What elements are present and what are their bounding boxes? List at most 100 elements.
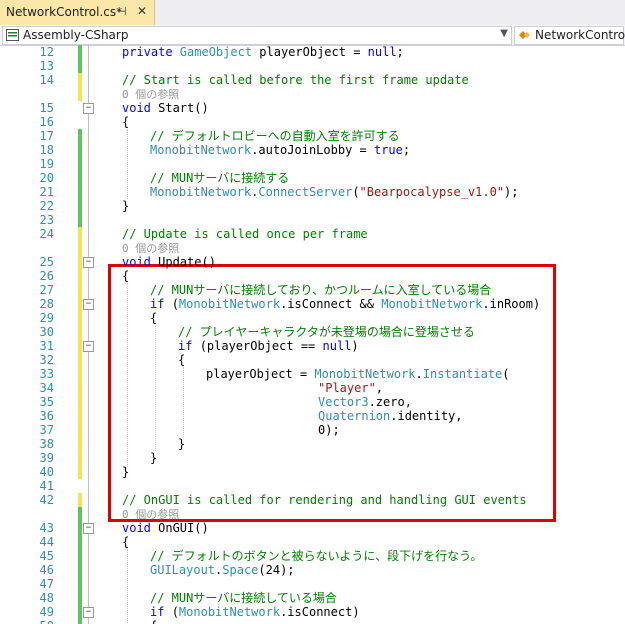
line-number: 22 [39,199,54,213]
code-text: { [122,535,129,549]
code-line[interactable]: 12 private GameObject playerObject = null… [0,45,625,59]
change-indicator-bar [78,619,82,624]
collapse-toggle-icon[interactable]: − [83,607,94,618]
project-dropdown[interactable]: Assembly-CSharp ▼ [2,26,512,45]
change-indicator-bar [78,339,82,353]
code-text: playerObject = MonobitNetwork.Instantiat… [206,367,509,381]
code-line[interactable]: 15 − void Start() [0,101,625,115]
line-number: 12 [39,45,54,59]
code-line[interactable]: 24 // Update is called once per frame [0,227,625,241]
code-line[interactable]: 18 MonobitNetwork.autoJoinLobby = true; [0,143,625,157]
document-tab[interactable]: NetworkControl.cs* ⊣ ✕ [0,0,155,25]
code-line[interactable]: 32 { [0,353,625,367]
code-token: (playerObject == [199,339,323,353]
collapse-toggle-icon[interactable]: − [83,299,94,310]
change-indicator-bar [78,311,82,325]
collapse-toggle-icon[interactable]: − [83,257,94,268]
code-text: Vector3.zero, [318,395,412,409]
code-line[interactable]: 44 { [0,535,625,549]
code-text: } [150,451,157,465]
code-text: { [122,115,129,129]
code-line[interactable]: 31 − if (playerObject == null) [0,339,625,353]
code-line[interactable]: 35 Vector3.zero, [0,395,625,409]
code-token: } [150,451,158,465]
code-token: . [415,367,423,381]
code-token: .isConnect) [280,605,360,619]
code-line[interactable]: 30 // プレイヤーキャラクタが未登場の場合に登場させる [0,325,625,339]
code-token: Space [222,563,259,577]
code-line[interactable]: 23 [0,213,625,227]
collapse-toggle-icon[interactable]: − [83,341,94,352]
change-indicator-bar [78,59,82,73]
code-line[interactable]: 37 0); [0,423,625,437]
collapse-toggle-icon[interactable]: − [83,523,94,534]
code-line[interactable]: 17 // デフォルトロビーへの自動入室を許可する [0,129,625,143]
code-line[interactable]: 43 − void OnGUI() [0,521,625,535]
change-indicator-bar [78,605,82,619]
code-line[interactable]: 0 個の参照 [0,507,625,521]
code-token: ; [396,45,404,59]
code-line[interactable]: 38} [0,437,625,451]
code-token: ); [504,185,519,199]
code-line[interactable]: 29 { [0,311,625,325]
change-indicator-bar [78,521,82,535]
line-number: 48 [39,591,54,605]
document-tab-title: NetworkControl.cs* [6,5,123,19]
code-token: "Bearpocalypse_v1.0" [359,185,505,199]
change-indicator-bar [78,213,82,227]
code-line[interactable]: 26 { [0,269,625,283]
code-line[interactable]: 45 // デフォルトのボタンと被らないように、段下げを行なう。 [0,549,625,563]
code-line[interactable]: 20 // MUNサーバに接続する [0,171,625,185]
code-line[interactable]: 42 // OnGUI is called for rendering and h… [0,493,625,507]
pin-icon[interactable]: ⊣ [117,5,127,18]
code-line[interactable]: 21 MonobitNetwork.ConnectServer("Bearpoca… [0,185,625,199]
class-name: NetworkControl [535,28,625,42]
code-editor[interactable]: 12 private GameObject playerObject = null… [0,45,625,624]
code-line[interactable]: 48 // MUNサーバに接続している場合 [0,591,625,605]
code-text: // デフォルトのボタンと被らないように、段下げを行なう。 [150,549,482,563]
code-line[interactable]: 46 GUILayout.Space(24); [0,563,625,577]
change-indicator-bar [78,535,82,549]
code-line[interactable]: 25 − void Update() [0,255,625,269]
reference-count-codelens[interactable]: 0 個の参照 [122,508,179,521]
collapse-toggle-icon[interactable]: − [83,103,94,114]
close-icon[interactable]: ✕ [137,4,147,18]
code-line[interactable]: 39} [0,451,625,465]
code-line[interactable]: 47 [0,577,625,591]
code-line[interactable]: 34 "Player", [0,381,625,395]
code-line[interactable]: 41 [0,479,625,493]
class-dropdown[interactable]: NetworkControl [514,26,625,45]
code-line[interactable]: 16 { [0,115,625,129]
code-line[interactable]: 28− if (MonobitNetwork.isConnect && Monob… [0,297,625,311]
code-line[interactable]: 33 playerObject = MonobitNetwork.Instanti… [0,367,625,381]
code-line[interactable]: 36 Quaternion.identity, [0,409,625,423]
code-token: Update() [158,255,216,269]
change-indicator-bar [78,227,82,241]
code-text: { [150,311,157,325]
code-token: (24); [258,563,295,577]
reference-count-codelens[interactable]: 0 個の参照 [122,242,179,255]
line-number: 25 [39,255,54,269]
line-number: 30 [39,325,54,339]
code-token: // デフォルトロビーへの自動入室を許可する [150,129,400,143]
code-token: .zero, [368,395,412,409]
code-line[interactable]: 40} [0,465,625,479]
code-line[interactable]: 13 [0,59,625,73]
code-line[interactable]: 22} [0,199,625,213]
code-token: , [375,381,384,395]
line-number: 45 [39,549,54,563]
code-text: // Start is called before the first fram… [122,73,469,87]
code-line[interactable]: 0 個の参照 [0,87,625,101]
code-token: { [150,619,157,624]
code-line[interactable]: 27 // MUNサーバに接続しており、かつルームに入室している場合 [0,283,625,297]
code-token: MonobitNetwork [178,605,281,619]
code-token: Instantiate [422,367,503,381]
code-line[interactable]: 14 // Start is called before the first fr… [0,73,625,87]
line-number: 35 [39,395,54,409]
code-line[interactable]: 19 [0,157,625,171]
code-token: Start() [158,101,209,115]
code-line[interactable]: 49 − if (MonobitNetwork.isConnect) [0,605,625,619]
code-line[interactable]: 0 個の参照 [0,241,625,255]
code-line[interactable]: 50 { [0,619,625,624]
reference-count-codelens[interactable]: 0 個の参照 [122,88,179,101]
